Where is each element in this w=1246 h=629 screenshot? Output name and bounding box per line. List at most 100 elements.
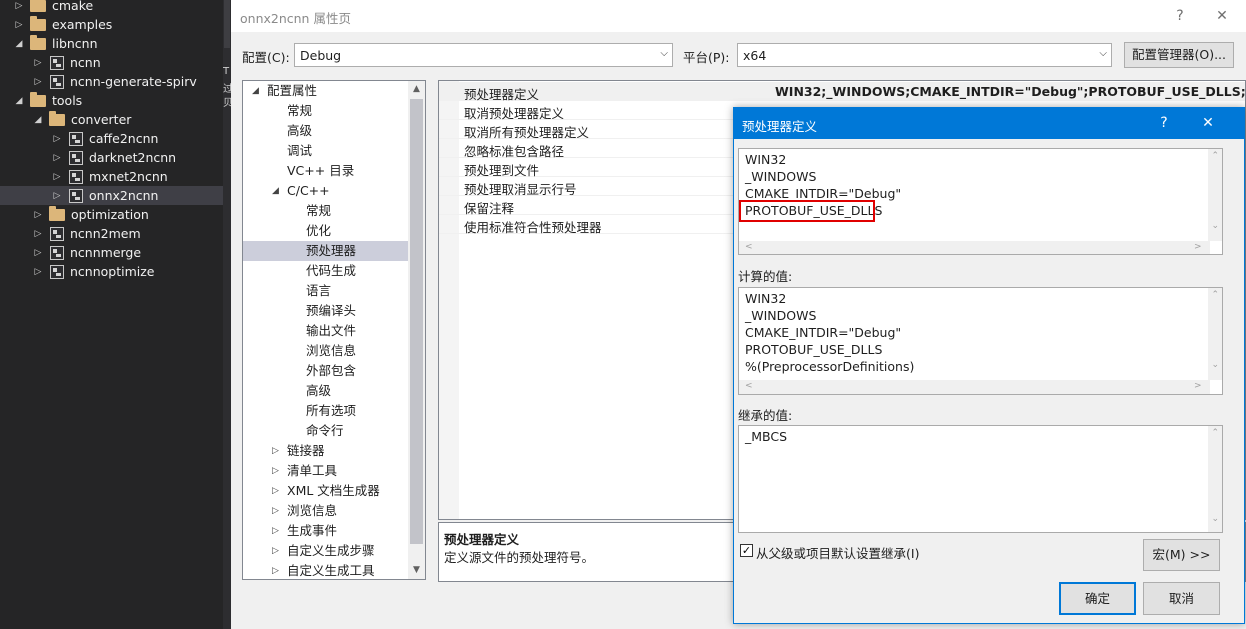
scroll-down-icon[interactable]: ▼: [408, 562, 425, 579]
collapsed-arrow-icon[interactable]: ▷: [12, 15, 26, 34]
nav-item[interactable]: ◢ 配置属性: [243, 81, 408, 101]
collapsed-arrow-icon[interactable]: ▷: [31, 224, 45, 243]
nav-item[interactable]: 预编译头: [243, 301, 408, 321]
tree-item[interactable]: ▷ optimization: [0, 205, 223, 224]
tree-item[interactable]: ◢ libncnn: [0, 34, 223, 53]
cancel-button[interactable]: 取消: [1143, 582, 1220, 615]
nav-item[interactable]: 优化: [243, 221, 408, 241]
nav-item-label: 自定义生成步骤: [287, 543, 375, 558]
tree-item[interactable]: ▷ ncnnoptimize: [0, 262, 223, 281]
nav-item[interactable]: 所有选项: [243, 401, 408, 421]
tree-item[interactable]: ▷ ncnn2mem: [0, 224, 223, 243]
collapsed-arrow-icon[interactable]: ▷: [12, 0, 26, 15]
tree-item[interactable]: ▷ ncnnmerge: [0, 243, 223, 262]
nav-item[interactable]: 语言: [243, 281, 408, 301]
tree-item-label: optimization: [71, 207, 149, 222]
nav-item[interactable]: 外部包含: [243, 361, 408, 381]
nav-item[interactable]: 常规: [243, 201, 408, 221]
collapsed-arrow-icon[interactable]: ▷: [31, 72, 45, 91]
nav-scrollbar-thumb[interactable]: [410, 99, 423, 544]
expanded-arrow-icon[interactable]: ◢: [12, 34, 26, 53]
nav-item[interactable]: ▷ 自定义生成工具: [243, 561, 408, 579]
expanded-arrow-icon[interactable]: ◢: [272, 181, 279, 201]
scroll-down-icon[interactable]: ⌄: [1211, 221, 1219, 231]
nav-item[interactable]: 浏览信息: [243, 341, 408, 361]
scroll-down-icon[interactable]: ⌄: [1211, 514, 1219, 524]
help-button[interactable]: ?: [1165, 5, 1195, 27]
tree-item[interactable]: ▷ caffe2ncnn: [0, 129, 223, 148]
collapsed-arrow-icon[interactable]: ▷: [272, 481, 279, 501]
tree-item[interactable]: ◢ tools: [0, 91, 223, 110]
collapsed-arrow-icon[interactable]: ▷: [272, 521, 279, 541]
tree-item[interactable]: ▷ ncnn: [0, 53, 223, 72]
nav-item[interactable]: ▷ 链接器: [243, 441, 408, 461]
evaluated-hscroll[interactable]: [739, 380, 1210, 394]
property-nav-tree: ◢ 配置属性 常规 高级 调试 VC++ 目录 ◢ C/C++ 常规 优化 预处理器 代码生成 语言 预编…: [242, 80, 426, 580]
expanded-arrow-icon[interactable]: ◢: [31, 110, 45, 129]
property-row[interactable]: 预处理器定义 WIN32;_WINDOWS;CMAKE_INTDIR="Debug…: [439, 82, 1245, 102]
nav-item[interactable]: 高级: [243, 381, 408, 401]
close-button[interactable]: ✕: [1207, 5, 1237, 27]
scroll-left-icon[interactable]: <: [745, 381, 753, 391]
tree-item[interactable]: ▷ ncnn-generate-spirv: [0, 72, 223, 91]
nav-item[interactable]: ◢ C/C++: [243, 181, 408, 201]
scroll-down-icon[interactable]: ⌄: [1211, 360, 1219, 370]
collapsed-arrow-icon[interactable]: ▷: [31, 53, 45, 72]
collapsed-arrow-icon[interactable]: ▷: [31, 243, 45, 262]
ok-button[interactable]: 确定: [1059, 582, 1136, 615]
collapsed-arrow-icon[interactable]: ▷: [272, 541, 279, 561]
collapsed-arrow-icon[interactable]: ▷: [50, 148, 64, 167]
definitions-hscroll[interactable]: [739, 241, 1210, 254]
collapsed-arrow-icon[interactable]: ▷: [272, 441, 279, 461]
inherit-checkbox-label[interactable]: 从父级或项目默认设置继承(I): [756, 543, 919, 562]
collapsed-arrow-icon[interactable]: ▷: [272, 461, 279, 481]
expanded-arrow-icon[interactable]: ◢: [12, 91, 26, 110]
scroll-up-icon[interactable]: ⌃: [1211, 428, 1219, 438]
nav-item[interactable]: 命令行: [243, 421, 408, 441]
tree-item[interactable]: ▷ onnx2ncnn: [0, 186, 223, 205]
scroll-up-icon[interactable]: ▲: [408, 81, 425, 98]
nav-item[interactable]: ▷ 清单工具: [243, 461, 408, 481]
collapsed-arrow-icon[interactable]: ▷: [50, 129, 64, 148]
collapsed-arrow-icon[interactable]: ▷: [50, 186, 64, 205]
nav-item[interactable]: 高级: [243, 121, 408, 141]
solution-scrollbar-thumb[interactable]: [224, 0, 230, 48]
help-button[interactable]: ?: [1149, 113, 1179, 133]
collapsed-arrow-icon[interactable]: ▷: [272, 501, 279, 521]
scroll-right-icon[interactable]: >: [1194, 381, 1202, 391]
tree-item-label: ncnnoptimize: [70, 264, 155, 279]
tree-item[interactable]: ▷ mxnet2ncnn: [0, 167, 223, 186]
collapsed-arrow-icon[interactable]: ▷: [272, 561, 279, 579]
nav-item[interactable]: ▷ 自定义生成步骤: [243, 541, 408, 561]
nav-item[interactable]: 输出文件: [243, 321, 408, 341]
collapsed-arrow-icon[interactable]: ▷: [50, 167, 64, 186]
nav-item[interactable]: 代码生成: [243, 261, 408, 281]
nav-item[interactable]: ▷ 浏览信息: [243, 501, 408, 521]
tree-item[interactable]: ▷ darknet2ncnn: [0, 148, 223, 167]
nav-item[interactable]: VC++ 目录: [243, 161, 408, 181]
platform-select[interactable]: x64 ⌵: [737, 43, 1112, 67]
collapsed-arrow-icon[interactable]: ▷: [31, 262, 45, 281]
tree-item[interactable]: ▷ examples: [0, 15, 223, 34]
nav-item[interactable]: 调试: [243, 141, 408, 161]
nav-item[interactable]: ▷ 生成事件: [243, 521, 408, 541]
expanded-arrow-icon[interactable]: ◢: [252, 81, 259, 101]
scroll-up-icon[interactable]: ⌃: [1211, 151, 1219, 161]
highlight-box: [739, 200, 875, 222]
property-value[interactable]: WIN32;_WINDOWS;CMAKE_INTDIR="Debug";PROT…: [775, 84, 1245, 99]
close-button[interactable]: ✕: [1193, 113, 1223, 133]
folder-icon: [30, 0, 46, 12]
scroll-up-icon[interactable]: ⌃: [1211, 290, 1219, 300]
collapsed-arrow-icon[interactable]: ▷: [31, 205, 45, 224]
tree-item[interactable]: ▷ cmake: [0, 0, 223, 15]
config-select[interactable]: Debug ⌵: [294, 43, 673, 67]
tree-item[interactable]: ◢ converter: [0, 110, 223, 129]
macros-button[interactable]: 宏(M) >>: [1143, 539, 1220, 571]
nav-item[interactable]: ▷ XML 文档生成器: [243, 481, 408, 501]
inherit-checkbox[interactable]: ✓: [740, 544, 753, 557]
scroll-left-icon[interactable]: <: [745, 242, 753, 252]
nav-item[interactable]: 预处理器: [243, 241, 408, 261]
scroll-right-icon[interactable]: >: [1194, 242, 1202, 252]
nav-item[interactable]: 常规: [243, 101, 408, 121]
config-manager-button[interactable]: 配置管理器(O)...: [1124, 42, 1234, 68]
